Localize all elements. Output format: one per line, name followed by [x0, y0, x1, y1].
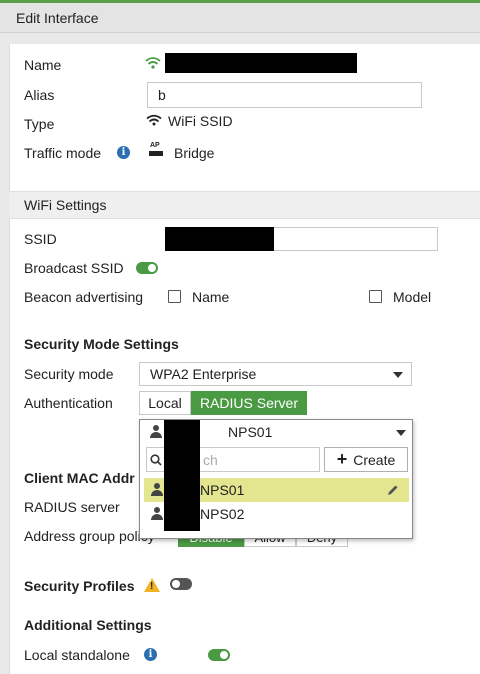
beacon-name-label: Name [192, 289, 230, 305]
user-icon [151, 483, 163, 497]
type-label: Type [24, 116, 55, 132]
create-button[interactable]: + Create [324, 447, 408, 472]
radius-server-label: RADIUS server [24, 499, 120, 515]
ssid-value-redacted [165, 227, 274, 251]
user-icon [150, 425, 162, 439]
ap-bridge-icon: AP [149, 142, 165, 159]
ssid-label: SSID [24, 231, 57, 247]
alias-label: Alias [24, 87, 55, 103]
auth-local-label: Local [148, 395, 182, 411]
radius-option-label: NPS02 [200, 506, 245, 522]
pencil-icon[interactable] [387, 484, 399, 496]
security-profiles-toggle[interactable] [170, 578, 192, 590]
broadcast-ssid-label: Broadcast SSID [24, 260, 124, 276]
name-value-redacted [165, 53, 357, 73]
alias-input-value: b [158, 87, 166, 103]
security-profiles-title: Security Profiles [24, 578, 135, 594]
wifi-icon [145, 57, 161, 69]
radius-names-redacted [164, 420, 200, 531]
info-icon[interactable]: i [117, 146, 130, 159]
address-group-policy-label: Address group policy [24, 528, 155, 544]
security-mode-value: WPA2 Enterprise [150, 366, 257, 382]
authentication-label: Authentication [24, 395, 113, 411]
create-button-label: Create [353, 451, 396, 468]
radius-option-label: NPS01 [200, 482, 245, 498]
security-mode-settings-title: Security Mode Settings [24, 336, 179, 352]
info-icon[interactable]: i [144, 648, 157, 661]
dialog-title: Edit Interface [0, 3, 480, 33]
auth-radius-label: RADIUS Server [199, 395, 299, 411]
wifi-icon [146, 114, 162, 126]
auth-radius-option[interactable]: RADIUS Server [191, 391, 307, 415]
beacon-model-checkbox[interactable] [369, 290, 382, 303]
beacon-name-checkbox[interactable] [168, 290, 181, 303]
security-mode-label: Security mode [24, 366, 114, 382]
plus-icon: + [336, 449, 348, 469]
ap-badge-text: AP [150, 142, 160, 149]
traffic-mode-label: Traffic mode [24, 145, 102, 161]
auth-local-option[interactable]: Local [139, 391, 191, 415]
client-mac-title: Client MAC Addr [24, 470, 135, 486]
beacon-advertising-label: Beacon advertising [24, 289, 144, 305]
warning-icon: ! [144, 578, 160, 592]
search-visible-text: ch [203, 452, 218, 468]
dialog-title-text: Edit Interface [16, 9, 99, 26]
search-icon [150, 454, 162, 466]
wifi-settings-header: WiFi Settings [9, 191, 480, 219]
type-value: WiFi SSID [168, 113, 233, 129]
radius-selected-value: NPS01 [228, 424, 273, 440]
alias-input[interactable]: b [147, 82, 422, 108]
wifi-settings-title: WiFi Settings [24, 197, 107, 213]
user-icon [151, 507, 163, 521]
security-mode-select[interactable]: WPA2 Enterprise [139, 362, 412, 386]
broadcast-ssid-toggle[interactable] [136, 262, 158, 274]
local-standalone-toggle[interactable] [208, 649, 230, 661]
name-label: Name [24, 57, 62, 73]
local-standalone-label: Local standalone [24, 647, 130, 663]
traffic-mode-value: Bridge [174, 145, 215, 161]
beacon-model-label: Model [393, 289, 432, 305]
additional-settings-title: Additional Settings [24, 617, 152, 633]
chevron-down-icon [393, 372, 403, 378]
chevron-down-icon[interactable] [396, 430, 406, 436]
